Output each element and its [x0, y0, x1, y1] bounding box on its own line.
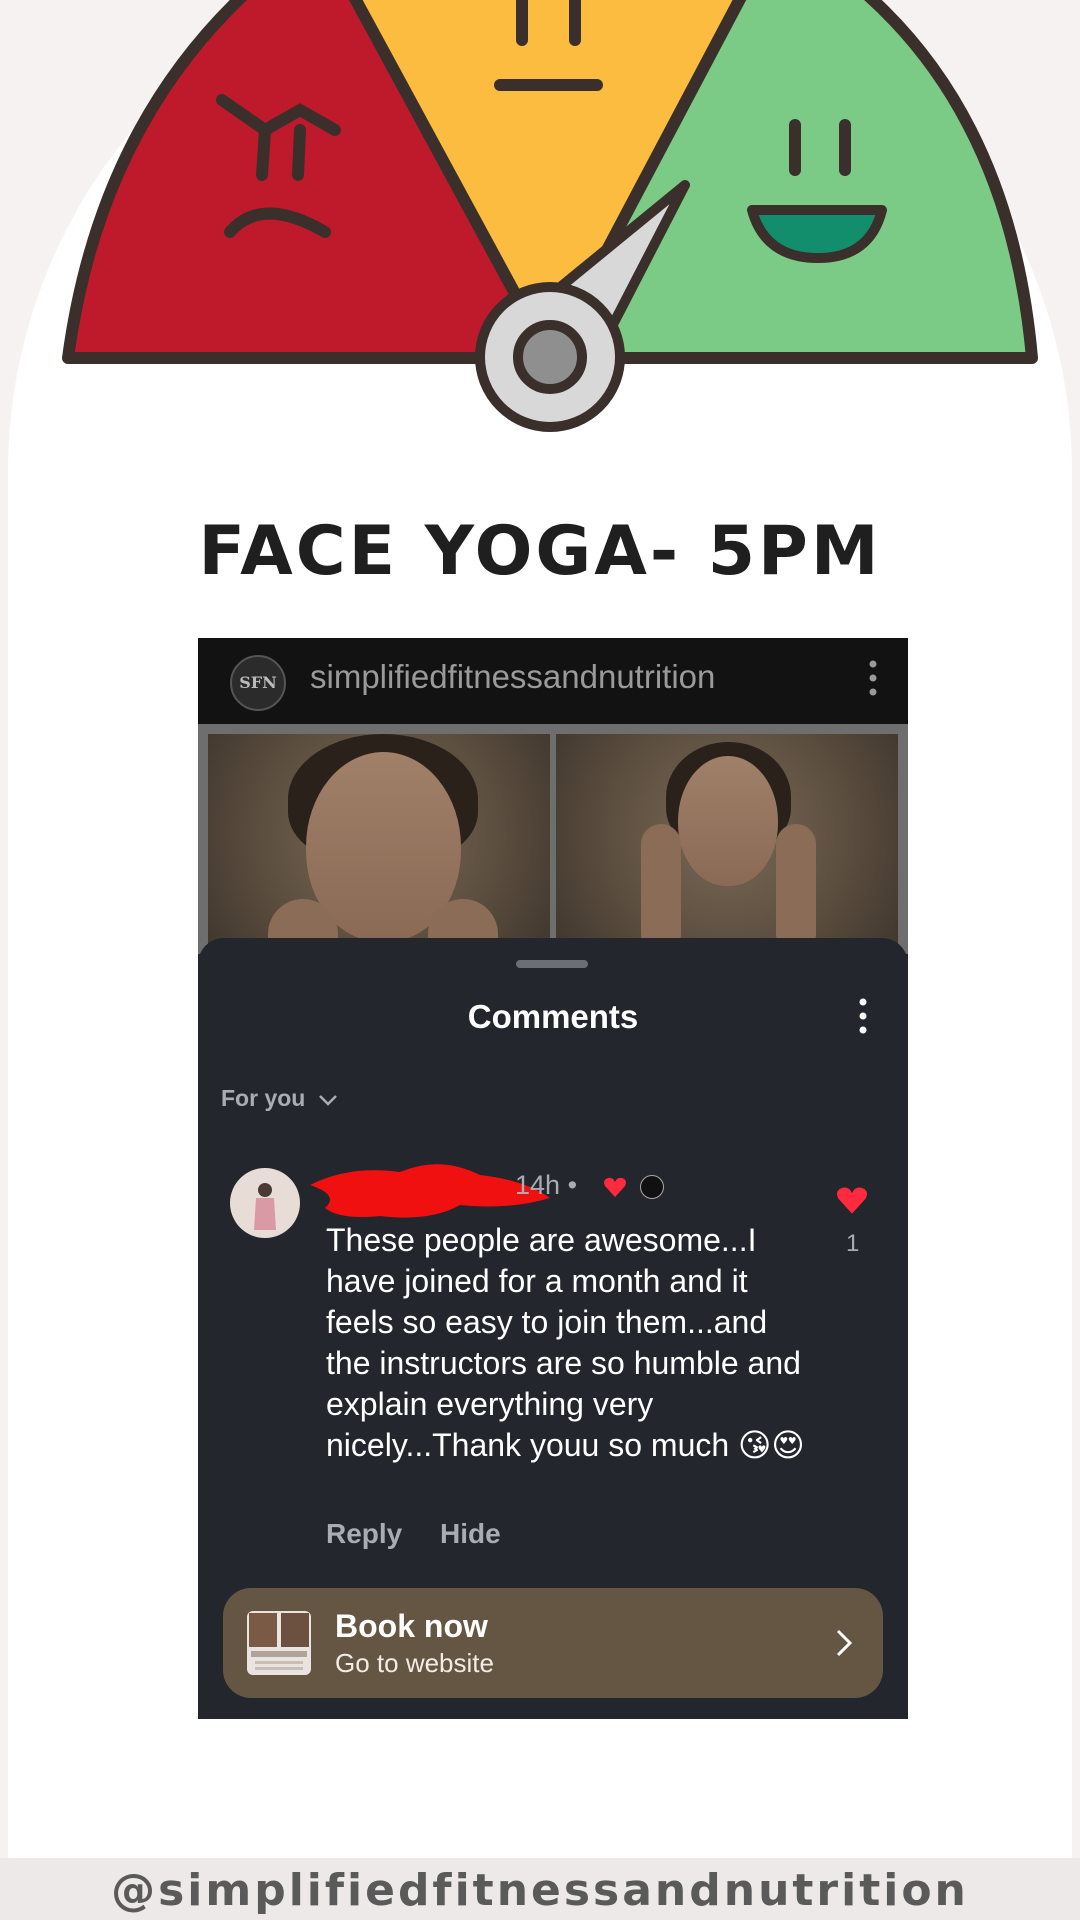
filter-label: For you: [221, 1085, 306, 1111]
sheet-drag-handle[interactable]: [516, 960, 588, 968]
chevron-down-icon: [318, 1095, 337, 1106]
post-screenshot: SFN simplifiedfitnessandnutrition Commen…: [198, 638, 908, 1719]
book-now-subtitle: Go to website: [335, 1648, 494, 1678]
post-header: SFN simplifiedfitnessandnutrition: [198, 638, 908, 724]
like-count: 1: [846, 1230, 860, 1257]
book-now-banner[interactable]: Book now Go to website: [223, 1588, 883, 1698]
post-photo: [556, 734, 898, 954]
account-username[interactable]: simplifiedfitnessandnutrition: [310, 658, 715, 696]
reply-button[interactable]: Reply: [326, 1518, 402, 1549]
more-options-icon[interactable]: [858, 996, 868, 1036]
commenter-avatar[interactable]: [230, 1168, 300, 1238]
comment-filter-dropdown[interactable]: For you: [221, 1085, 338, 1112]
footer-handle: @simplifiedfitnessandnutrition: [111, 1865, 969, 1916]
hide-button[interactable]: Hide: [440, 1518, 501, 1549]
account-avatar[interactable]: SFN: [230, 655, 286, 711]
comments-title: Comments: [467, 998, 639, 1035]
comments-sheet: Comments For you 14h • These people are …: [198, 938, 908, 1719]
book-now-title: Book now: [335, 1608, 488, 1644]
post-media[interactable]: [198, 724, 908, 954]
post-photo: [208, 734, 550, 954]
page-title: FACE YOGA- 5PM: [198, 512, 882, 591]
comment-meta: 14h •: [515, 1170, 665, 1201]
more-options-icon[interactable]: [868, 658, 878, 698]
comment-actions: Reply Hide: [326, 1518, 531, 1550]
comment-time: 14h: [515, 1170, 561, 1200]
chevron-right-icon: [836, 1629, 853, 1657]
creator-liked-heart-icon: [603, 1177, 626, 1197]
comment-body: These people are awesome...I have joined…: [326, 1222, 805, 1463]
creator-avatar-badge: [640, 1174, 665, 1199]
like-heart-icon[interactable]: [835, 1185, 869, 1215]
promo-thumbnail: [247, 1611, 311, 1675]
mood-meter-graphic: [62, 0, 1038, 432]
